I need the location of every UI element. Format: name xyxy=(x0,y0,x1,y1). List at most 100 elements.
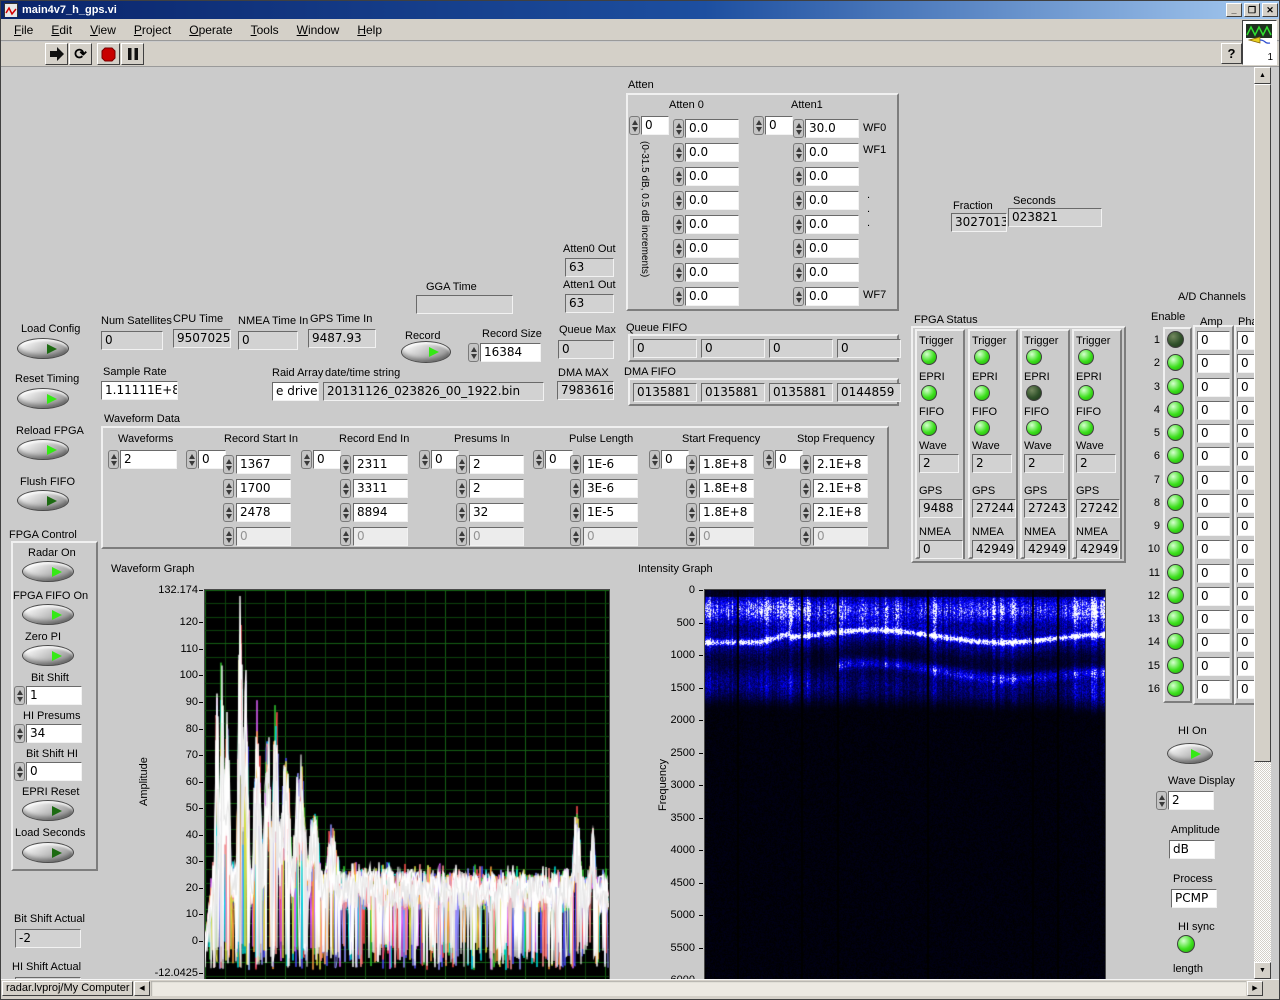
start-frequency-row-spinner[interactable] xyxy=(686,527,697,546)
flush-fifo-button[interactable] xyxy=(17,490,69,511)
presums-in-row-spinner[interactable] xyxy=(456,527,467,546)
fpga-fifo-on-button[interactable] xyxy=(22,604,74,625)
record-end-in-row-spinner[interactable] xyxy=(340,527,351,546)
menu-window[interactable]: Window xyxy=(288,20,349,40)
stop-frequency-row-spinner[interactable] xyxy=(800,455,811,474)
atten0-row-spinner[interactable] xyxy=(673,119,684,138)
stop-frequency-value[interactable]: 2.1E+8 xyxy=(813,503,868,522)
waveform-graph-plot[interactable] xyxy=(204,589,610,999)
atten0-value[interactable]: 0.0 xyxy=(685,287,739,306)
close-button[interactable]: ✕ xyxy=(1262,3,1278,17)
menu-operate[interactable]: Operate xyxy=(180,20,241,40)
presums-in-row-spinner[interactable] xyxy=(456,455,467,474)
atten1-index-spinner[interactable] xyxy=(753,116,764,135)
channel-enable-led[interactable] xyxy=(1167,656,1184,674)
record-start-in-row-spinner[interactable] xyxy=(223,479,234,498)
atten1-row-spinner[interactable] xyxy=(793,287,804,306)
run-button[interactable] xyxy=(45,43,68,65)
atten0-value[interactable]: 0.0 xyxy=(685,263,739,282)
project-context[interactable]: radar.lvproj/My Computer xyxy=(2,981,133,996)
menu-project[interactable]: Project xyxy=(125,20,180,40)
channel-enable-led[interactable] xyxy=(1167,517,1184,534)
atten0-row-spinner[interactable] xyxy=(673,143,684,162)
record-end-in-index-spinner[interactable] xyxy=(301,450,312,469)
pulse-length-value[interactable]: 0 xyxy=(583,527,638,546)
atten1-value[interactable]: 0.0 xyxy=(805,167,859,186)
presums-in-row-spinner[interactable] xyxy=(456,503,467,522)
atten1-row-spinner[interactable] xyxy=(793,263,804,282)
atten1-row-spinner[interactable] xyxy=(793,119,804,138)
pulse-length-value[interactable]: 1E-6 xyxy=(583,455,638,474)
hi-on-button[interactable] xyxy=(1167,743,1213,764)
atten1-value[interactable]: 0.0 xyxy=(805,239,859,258)
record-start-in-index-spinner[interactable] xyxy=(186,450,197,469)
pulse-length-row-spinner[interactable] xyxy=(570,527,581,546)
menu-tools[interactable]: Tools xyxy=(242,20,288,40)
scroll-left-icon[interactable]: ◀ xyxy=(134,981,150,996)
atten1-value[interactable]: 0.0 xyxy=(805,191,859,210)
presums-in-row-spinner[interactable] xyxy=(456,479,467,498)
stop-frequency-row-spinner[interactable] xyxy=(800,503,811,522)
amplitude-units-select[interactable]: dB xyxy=(1169,840,1215,859)
minimize-button[interactable]: _ xyxy=(1226,3,1242,17)
stop-frequency-value[interactable]: 0 xyxy=(813,527,868,546)
channel-amp-input[interactable]: 0 xyxy=(1197,331,1230,350)
stop-frequency-value[interactable]: 2.1E+8 xyxy=(813,455,868,474)
channel-amp-input[interactable]: 0 xyxy=(1197,586,1230,606)
menu-file[interactable]: File xyxy=(5,20,42,40)
channel-amp-input[interactable]: 0 xyxy=(1197,540,1230,560)
channel-enable-led[interactable] xyxy=(1167,493,1184,511)
stop-frequency-row-spinner[interactable] xyxy=(800,527,811,546)
atten1-row-spinner[interactable] xyxy=(793,239,804,258)
start-frequency-row-spinner[interactable] xyxy=(686,479,697,498)
record-start-in-value[interactable]: 2478 xyxy=(236,503,291,522)
intensity-graph-plot[interactable] xyxy=(704,589,1106,999)
record-start-in-row-spinner[interactable] xyxy=(223,503,234,522)
channel-amp-input[interactable]: 0 xyxy=(1197,354,1230,374)
hi-presums-spinner[interactable] xyxy=(14,724,25,743)
menu-edit[interactable]: Edit xyxy=(42,20,81,40)
channel-amp-input[interactable]: 0 xyxy=(1197,470,1230,490)
raid-array-input[interactable]: e drive xyxy=(272,382,319,401)
stop-frequency-index-input[interactable]: 0 xyxy=(775,450,803,469)
atten0-value[interactable]: 0.0 xyxy=(685,167,739,186)
stop-frequency-index-spinner[interactable] xyxy=(763,450,774,469)
channel-enable-led[interactable] xyxy=(1167,610,1184,627)
atten1-value[interactable]: 0.0 xyxy=(805,287,859,306)
atten0-value[interactable]: 0.0 xyxy=(685,119,739,138)
waveforms-input[interactable]: 2 xyxy=(120,450,177,469)
pulse-length-value[interactable]: 1E-5 xyxy=(583,503,638,522)
channel-enable-led[interactable] xyxy=(1167,586,1184,604)
title-bar[interactable]: main4v7_h_gps.vi _ ❐ ✕ xyxy=(1,1,1279,19)
reload-fpga-button[interactable] xyxy=(17,439,69,460)
epri-reset-button[interactable] xyxy=(22,800,74,821)
atten0-index-input[interactable]: 0 xyxy=(641,116,669,135)
zero-pi-button[interactable] xyxy=(22,645,74,666)
atten1-index-input[interactable]: 0 xyxy=(765,116,793,135)
load-seconds-button[interactable] xyxy=(22,842,74,863)
channel-enable-led[interactable] xyxy=(1167,679,1184,697)
vertical-scrollbar-thumb[interactable] xyxy=(1254,84,1271,762)
bit-shift-hi-input[interactable]: 0 xyxy=(26,762,82,781)
atten0-row-spinner[interactable] xyxy=(673,167,684,186)
atten1-row-spinner[interactable] xyxy=(793,143,804,162)
wave-display-spinner[interactable] xyxy=(1156,791,1167,810)
channel-amp-input[interactable]: 0 xyxy=(1197,493,1230,513)
start-frequency-row-spinner[interactable] xyxy=(686,503,697,522)
record-end-in-value[interactable]: 0 xyxy=(353,527,408,546)
vertical-scrollbar[interactable]: ▲ ▼ xyxy=(1254,67,1271,979)
atten0-row-spinner[interactable] xyxy=(673,287,684,306)
record-end-in-value[interactable]: 8894 xyxy=(353,503,408,522)
start-frequency-index-spinner[interactable] xyxy=(649,450,660,469)
atten0-value[interactable]: 0.0 xyxy=(685,239,739,258)
channel-amp-input[interactable]: 0 xyxy=(1197,610,1230,629)
radar-on-button[interactable] xyxy=(22,561,74,582)
atten0-value[interactable]: 0.0 xyxy=(685,215,739,234)
channel-amp-input[interactable]: 0 xyxy=(1197,679,1230,699)
channel-enable-led[interactable] xyxy=(1167,331,1184,348)
atten0-row-spinner[interactable] xyxy=(673,263,684,282)
presums-in-value[interactable]: 2 xyxy=(469,455,524,474)
stop-frequency-row-spinner[interactable] xyxy=(800,479,811,498)
record-end-in-value[interactable]: 3311 xyxy=(353,479,408,498)
atten0-value[interactable]: 0.0 xyxy=(685,143,739,162)
